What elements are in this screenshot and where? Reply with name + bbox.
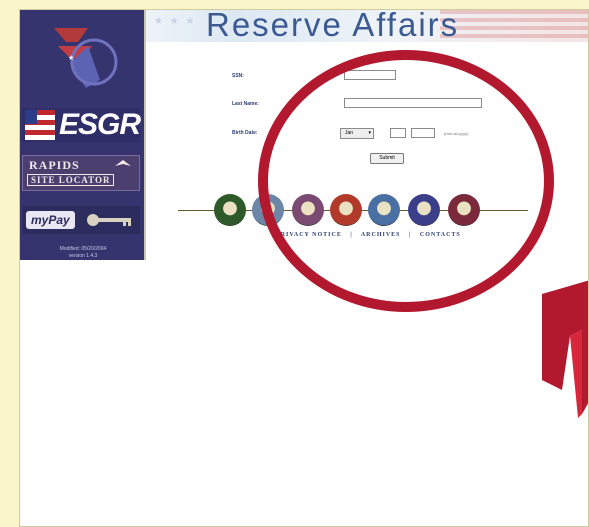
army-seal-icon[interactable] xyxy=(214,194,246,226)
mypay-link[interactable]: myPay xyxy=(22,206,140,234)
rapids-site-locator-link[interactable]: RAPIDS SITE LOCATOR xyxy=(22,155,140,191)
mypay-label: myPay xyxy=(26,211,75,229)
version-text: version 1.4.3 xyxy=(68,253,98,259)
esgr-text: ESGR xyxy=(58,108,141,141)
page-title: Reserve Affairs xyxy=(206,9,460,43)
rapids-label: RAPIDS xyxy=(29,158,80,172)
reserve-affairs-logo-icon: ★ xyxy=(54,28,118,88)
birth-date-label: Birth Date: xyxy=(232,130,258,136)
site-locator-label: SITE LOCATOR xyxy=(27,174,115,186)
highlight-circle xyxy=(258,50,554,312)
ssn-label: SSN: xyxy=(232,73,244,79)
key-icon xyxy=(86,214,131,226)
eagle-icon xyxy=(115,160,131,166)
modified-date: Modified: 05/20/2004 xyxy=(59,246,107,252)
sidebar-footer: Modified: 05/20/2004 version 1.4.3 xyxy=(30,246,136,260)
header-stars: ★ ★ ★ xyxy=(154,16,197,27)
screenshot-frame: ★ ESGR RAPIDS SITE LOCATOR myPay Modifie… xyxy=(19,9,589,527)
flag-e-icon xyxy=(25,110,55,140)
sidebar: ★ ESGR RAPIDS SITE LOCATOR myPay Modifie… xyxy=(20,10,146,260)
esgr-link[interactable]: ESGR xyxy=(22,108,141,142)
svg-text:★: ★ xyxy=(68,54,74,62)
header-flag-stripes xyxy=(440,10,588,42)
last-name-label: Last Name: xyxy=(232,101,259,107)
page-header: ★ ★ ★ Reserve Affairs xyxy=(146,9,588,43)
pointer-arrow-icon xyxy=(542,280,588,418)
